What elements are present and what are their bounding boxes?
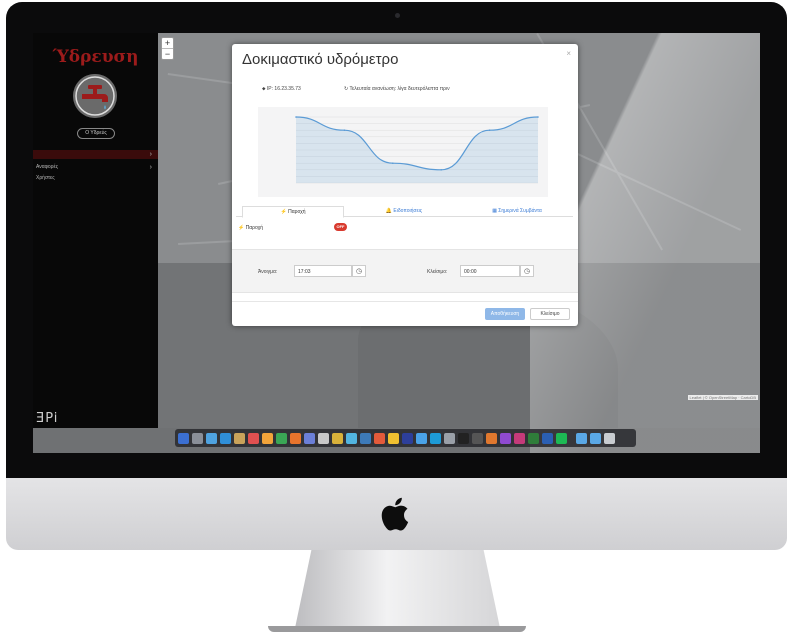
sidebar-item-active[interactable]: › <box>33 150 158 159</box>
screen: Leaflet | © OpenStreetMap · CartoDB + − … <box>33 33 760 453</box>
imac-stand-base <box>268 626 526 632</box>
app-store-icon[interactable] <box>220 432 231 444</box>
tab-today-events[interactable]: ▦ Σημερινά Συμβάντα <box>462 206 572 216</box>
modal-close-icon[interactable]: × <box>566 49 571 58</box>
word-icon[interactable] <box>542 432 553 444</box>
footer-logo: ƎPi <box>36 411 59 426</box>
last-update-text: Τελευταία ανανέωση: λίγα δευτερόλεπτα πρ… <box>349 86 450 92</box>
apple-logo-icon <box>381 497 409 531</box>
schedule-panel: Άνοιγμα: 17:03 ◷ Κλείσιμο: 00:00 ◷ <box>232 249 578 293</box>
close-button[interactable]: Κλείσιμο <box>530 308 570 320</box>
close-time-label: Κλείσιμο: <box>427 269 448 275</box>
open-time-label: Άνοιγμα: <box>258 269 278 275</box>
brand-title: Ύδρευση <box>52 47 139 67</box>
zoom-out-button[interactable]: − <box>162 48 173 59</box>
photoshop-icon[interactable] <box>402 432 413 444</box>
skype-icon[interactable] <box>430 432 441 444</box>
viber-icon[interactable] <box>500 432 511 444</box>
meter-modal: Δοκιμαστικό υδρόμετρο × ⬥ IP: 16.23.35.7… <box>232 44 578 326</box>
flow-chart <box>258 107 548 197</box>
wifi-icon: ⬥ <box>262 86 266 92</box>
launchpad-icon[interactable] <box>192 432 203 444</box>
sidebar: Ύδρευση Ο Υδρεύς › Αναφορές › Χρήστες ƎP… <box>33 33 158 428</box>
chrome-icon[interactable] <box>276 432 287 444</box>
modal-tabs: ⚡ Παροχή 🔔 Ειδοποιήσεις ▦ Σημερινά Συμβά… <box>236 206 573 218</box>
app-icon[interactable] <box>444 432 455 444</box>
app-icon[interactable] <box>374 432 385 444</box>
water-tap-logo-icon <box>73 74 117 118</box>
terminal-icon[interactable] <box>458 432 469 444</box>
excel-icon[interactable] <box>528 432 539 444</box>
folder-icon[interactable] <box>576 432 587 444</box>
close-time-input[interactable]: 00:00 <box>460 265 520 277</box>
tab-flow[interactable]: ⚡ Παροχή <box>242 206 344 218</box>
trash-icon[interactable] <box>604 432 615 444</box>
last-update-info: ↻ Τελευταία ανανέωση: λίγα δευτερόλεπτα … <box>344 86 450 92</box>
chevron-right-icon: › <box>149 164 152 171</box>
flow-chart-svg <box>295 116 539 184</box>
ip-text: IP: 16.23.35.73 <box>266 86 301 92</box>
clock-icon[interactable]: ◷ <box>352 265 366 277</box>
open-time-input[interactable]: 17:03 <box>294 265 352 277</box>
folder-icon[interactable] <box>590 432 601 444</box>
photos-icon[interactable] <box>234 432 245 444</box>
app-icon[interactable] <box>388 432 399 444</box>
user-button[interactable]: Ο Υδρεύς <box>77 128 115 139</box>
tab-notifications[interactable]: 🔔 Ειδοποιήσεις <box>348 206 460 216</box>
app-icon[interactable] <box>514 432 525 444</box>
chart-point <box>392 162 394 164</box>
ip-info: ⬥ IP: 16.23.35.73 <box>262 86 301 92</box>
map-zoom-control: + − <box>161 37 174 60</box>
chart-point <box>295 116 297 118</box>
app-icon[interactable] <box>332 432 343 444</box>
sidebar-item-users[interactable]: Χρήστες <box>33 174 158 183</box>
sidebar-item-label: Αναφορές <box>36 164 59 170</box>
spotify-icon[interactable] <box>556 432 567 444</box>
calendar-icon[interactable] <box>248 432 259 444</box>
finder-icon[interactable] <box>178 432 189 444</box>
app-icon[interactable] <box>346 432 357 444</box>
safari-icon[interactable] <box>206 432 217 444</box>
app-icon[interactable] <box>416 432 427 444</box>
flow-label: ⚡ Παροχή <box>238 225 264 231</box>
app-icon[interactable] <box>304 432 315 444</box>
imac-stand <box>295 550 500 628</box>
save-button[interactable]: Αποθήκευση <box>485 308 525 320</box>
refresh-icon[interactable]: ↻ <box>344 86 348 92</box>
app-icon[interactable] <box>472 432 483 444</box>
sidebar-item-reports[interactable]: Αναφορές › <box>33 163 158 172</box>
map-attribution[interactable]: Leaflet | © OpenStreetMap · CartoDB <box>687 395 758 400</box>
sidebar-item-label: Χρήστες <box>36 175 55 181</box>
app-icon[interactable] <box>318 432 329 444</box>
flow-toggle[interactable]: OFF <box>334 223 347 231</box>
app-icon[interactable] <box>486 432 497 444</box>
modal-footer: Αποθήκευση Κλείσιμο <box>232 301 578 326</box>
modal-title: Δοκιμαστικό υδρόμετρο <box>242 51 399 68</box>
itunes-icon[interactable] <box>262 432 273 444</box>
chart-point <box>343 129 346 131</box>
chart-point <box>440 169 442 171</box>
map-road <box>577 153 742 231</box>
chart-point <box>488 129 491 131</box>
camera <box>395 13 400 18</box>
firefox-icon[interactable] <box>290 432 301 444</box>
dock <box>175 429 636 447</box>
zoom-in-button[interactable]: + <box>162 38 173 48</box>
chevron-right-icon: › <box>149 151 152 158</box>
app-icon[interactable] <box>360 432 371 444</box>
clock-icon[interactable]: ◷ <box>520 265 534 277</box>
chart-point <box>537 116 539 118</box>
